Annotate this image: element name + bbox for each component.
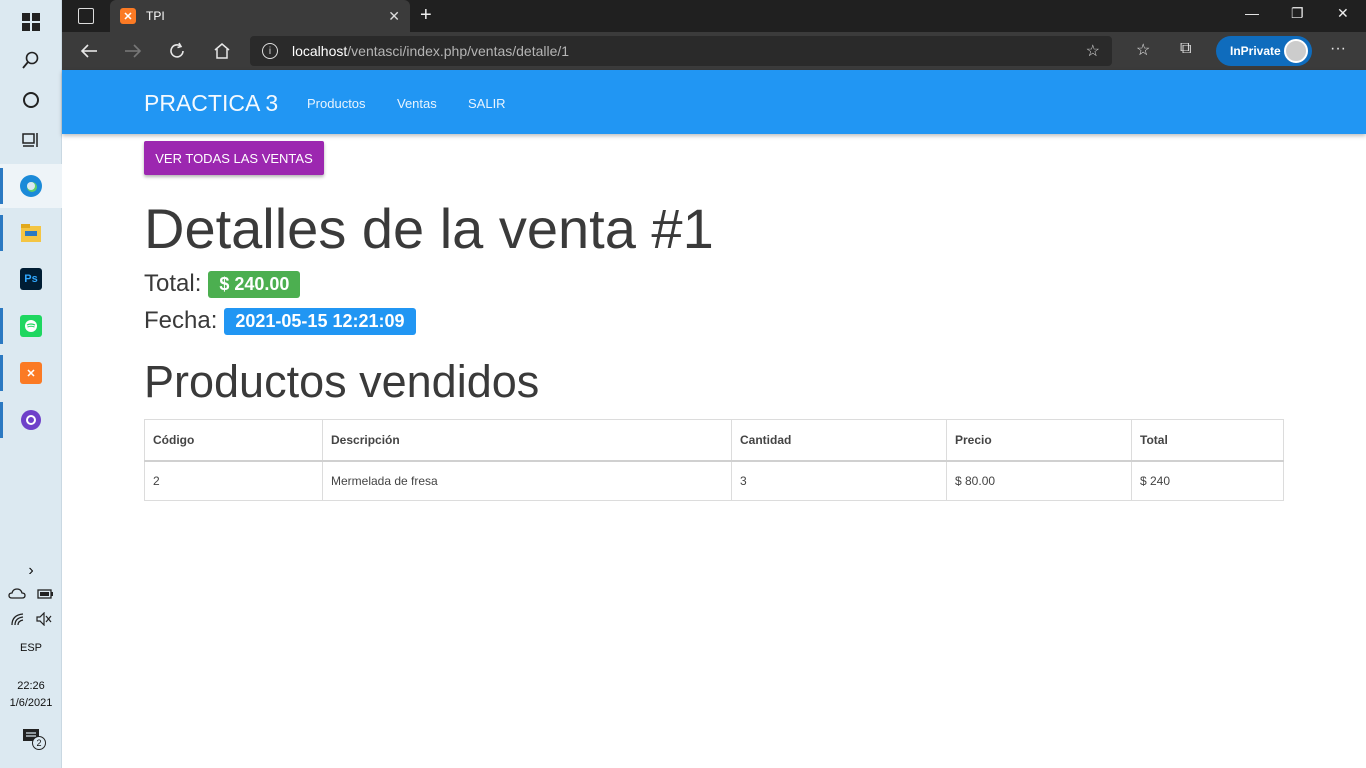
column-header: Código bbox=[144, 419, 323, 462]
new-tab-icon[interactable]: + bbox=[420, 4, 432, 27]
minimize-icon[interactable]: — bbox=[1245, 5, 1259, 21]
edge-icon bbox=[20, 175, 42, 197]
wifi-icon[interactable] bbox=[10, 612, 26, 626]
tab-close-icon[interactable]: ✕ bbox=[388, 8, 400, 25]
taskbar-xampp[interactable]: ✕ bbox=[0, 351, 62, 395]
column-header: Cantidad bbox=[731, 419, 947, 462]
back-icon[interactable] bbox=[80, 42, 98, 60]
taskbar-github-desktop[interactable] bbox=[0, 398, 62, 442]
collections-icon[interactable]: ⧉ bbox=[1180, 40, 1191, 58]
table-cell: 2 bbox=[144, 460, 323, 501]
nav-link-ventas[interactable]: Ventas bbox=[397, 96, 437, 111]
table-header-row: Código Descripción Cantidad Precio Total bbox=[144, 419, 1284, 462]
address-bar[interactable]: i localhost/ventasci/index.php/ventas/de… bbox=[250, 36, 1112, 66]
language-indicator[interactable]: ESP bbox=[0, 642, 62, 654]
clock-date[interactable]: 1/6/2021 bbox=[0, 697, 62, 709]
total-label: Total: bbox=[144, 270, 202, 297]
xampp-favicon-icon: ✕ bbox=[120, 8, 136, 24]
table-row: 2 Mermelada de fresa 3 $ 80.00 $ 240 bbox=[144, 460, 1284, 501]
table-cell: Mermelada de fresa bbox=[322, 460, 732, 501]
column-header: Total bbox=[1131, 419, 1284, 462]
site-info-icon[interactable]: i bbox=[262, 43, 278, 59]
cortana-button[interactable] bbox=[0, 78, 62, 122]
tray-icons-row-1 bbox=[0, 588, 62, 603]
battery-icon[interactable] bbox=[36, 588, 54, 600]
column-header: Descripción bbox=[322, 419, 732, 462]
cortana-icon bbox=[23, 92, 39, 108]
total-line: Total: $ 240.00 bbox=[144, 270, 301, 298]
table-cell: $ 80.00 bbox=[946, 460, 1132, 501]
fecha-line: Fecha: 2021-05-15 12:21:09 bbox=[144, 307, 416, 335]
volume-muted-icon[interactable] bbox=[35, 611, 52, 627]
navbar-brand[interactable]: PRACTICA 3 bbox=[144, 90, 278, 117]
more-options-icon[interactable]: ··· bbox=[1330, 40, 1346, 58]
productos-table: Código Descripción Cantidad Precio Total… bbox=[144, 419, 1284, 501]
taskbar-photoshop[interactable]: Ps bbox=[0, 257, 62, 301]
taskbar-spotify[interactable] bbox=[0, 304, 62, 348]
restore-icon[interactable]: ❐ bbox=[1291, 5, 1304, 22]
task-view-button[interactable] bbox=[0, 118, 62, 162]
tray-icons-row-2 bbox=[0, 611, 62, 629]
home-icon[interactable] bbox=[213, 42, 231, 60]
inprivate-profile-button[interactable]: InPrivate bbox=[1216, 36, 1312, 66]
tab-actions-icon[interactable] bbox=[78, 8, 94, 24]
url-host: localhost bbox=[292, 43, 348, 59]
task-view-icon bbox=[22, 133, 38, 147]
nav-link-productos[interactable]: Productos bbox=[307, 96, 366, 111]
windows-taskbar: Ps ✕ › ESP 22:26 1/6/2021 2 bbox=[0, 0, 62, 768]
tab-title: TPI bbox=[146, 9, 165, 23]
windows-logo-icon bbox=[22, 13, 40, 31]
nav-link-salir[interactable]: SALIR bbox=[468, 96, 506, 111]
avatar bbox=[1284, 39, 1308, 63]
page-navbar: PRACTICA 3 Productos Ventas SALIR bbox=[62, 70, 1366, 134]
notification-count-badge: 2 bbox=[32, 736, 46, 750]
taskbar-edge[interactable] bbox=[0, 164, 62, 208]
refresh-icon[interactable] bbox=[168, 42, 186, 60]
column-header: Precio bbox=[946, 419, 1132, 462]
inprivate-label: InPrivate bbox=[1230, 44, 1281, 58]
fecha-badge: 2021-05-15 12:21:09 bbox=[224, 307, 416, 335]
page-title: Detalles de la venta #1 bbox=[144, 197, 714, 260]
section-title: Productos vendidos bbox=[144, 356, 540, 407]
add-favorite-icon[interactable]: ☆ bbox=[1086, 41, 1100, 61]
table-cell: 3 bbox=[731, 460, 947, 501]
taskbar-file-explorer[interactable] bbox=[0, 211, 62, 255]
folder-icon bbox=[21, 224, 41, 242]
browser-tab-strip: ✕ TPI ✕ + — ❐ ✕ bbox=[62, 0, 1366, 32]
github-icon bbox=[21, 410, 41, 430]
browser-toolbar: i localhost/ventasci/index.php/ventas/de… bbox=[62, 32, 1366, 70]
search-icon bbox=[22, 51, 39, 69]
photoshop-icon: Ps bbox=[20, 268, 42, 290]
clock-time[interactable]: 22:26 bbox=[0, 680, 62, 692]
url-path: /ventasci/index.php/ventas/detalle/1 bbox=[347, 43, 570, 59]
tray-expand-chevron-icon[interactable]: › bbox=[0, 562, 62, 580]
ver-todas-las-ventas-button[interactable]: VER TODAS LAS VENTAS bbox=[144, 141, 324, 175]
window-close-icon[interactable]: ✕ bbox=[1337, 5, 1349, 22]
search-button[interactable] bbox=[0, 38, 62, 82]
table-cell: $ 240 bbox=[1131, 460, 1284, 501]
notification-center[interactable]: 2 bbox=[0, 728, 62, 750]
fecha-label: Fecha: bbox=[144, 307, 218, 334]
spotify-icon bbox=[20, 315, 42, 337]
favorites-icon[interactable]: ☆ bbox=[1136, 40, 1150, 60]
onedrive-icon[interactable] bbox=[8, 588, 27, 600]
total-badge: $ 240.00 bbox=[208, 270, 301, 298]
forward-icon[interactable] bbox=[124, 42, 142, 60]
browser-tab[interactable]: ✕ TPI ✕ bbox=[110, 0, 410, 32]
xampp-icon: ✕ bbox=[20, 362, 42, 384]
